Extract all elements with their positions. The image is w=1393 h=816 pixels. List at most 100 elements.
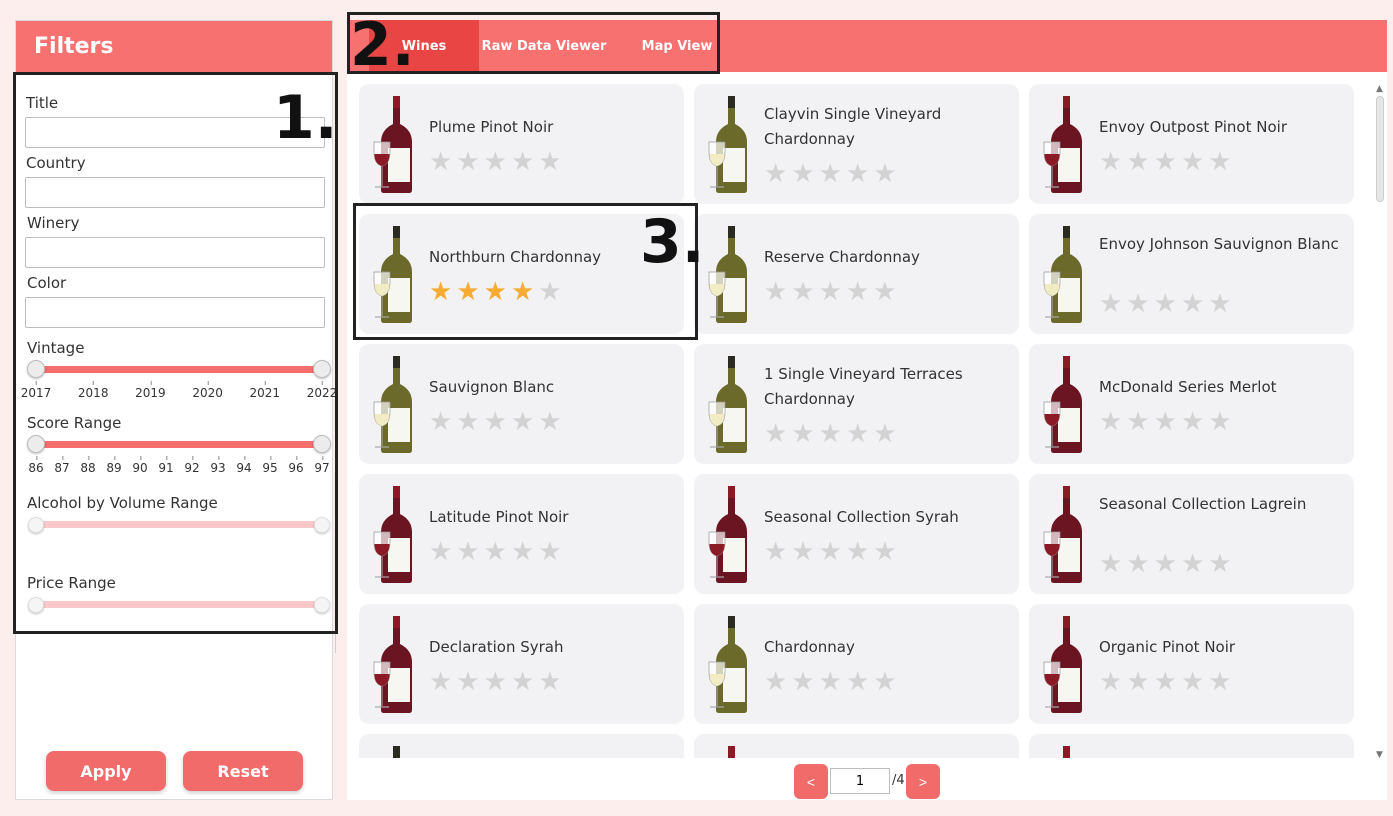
star-icon[interactable]: ★ [429,669,452,695]
star-icon[interactable]: ★ [764,539,787,565]
star-rating[interactable]: ★ ★ ★ ★ ★ [429,149,562,175]
star-icon[interactable]: ★ [1126,291,1149,317]
reset-button[interactable]: Reset [183,751,303,791]
star-icon[interactable]: ★ [1099,409,1122,435]
star-icon[interactable]: ★ [819,539,842,565]
star-icon[interactable]: ★ [764,279,787,305]
star-rating[interactable]: ★ ★ ★ ★ ★ [764,161,897,187]
star-icon[interactable]: ★ [791,421,814,447]
star-icon[interactable]: ★ [819,161,842,187]
star-icon[interactable]: ★ [846,161,869,187]
star-rating[interactable]: ★ ★ ★ ★ ★ [764,279,897,305]
star-icon[interactable]: ★ [484,539,507,565]
star-icon[interactable]: ★ [1208,149,1231,175]
wine-card[interactable]: Reserve Chardonnay ★ ★ ★ ★ ★ [694,214,1019,334]
star-icon[interactable]: ★ [511,669,534,695]
star-icon[interactable]: ★ [538,669,561,695]
star-icon[interactable]: ★ [511,409,534,435]
star-icon[interactable]: ★ [873,161,896,187]
star-icon[interactable]: ★ [791,669,814,695]
star-rating[interactable]: ★ ★ ★ ★ ★ [764,539,897,565]
star-icon[interactable]: ★ [1154,409,1177,435]
star-icon[interactable]: ★ [791,161,814,187]
star-icon[interactable]: ★ [1126,149,1149,175]
scroll-thumb[interactable] [1376,96,1384,202]
star-icon[interactable]: ★ [484,669,507,695]
wine-card[interactable]: Seasonal Collection Lagrein ★ ★ ★ ★ ★ [1029,474,1354,594]
star-icon[interactable]: ★ [1099,669,1122,695]
wine-card[interactable]: Chardonnay ★ ★ ★ ★ ★ [694,604,1019,724]
wine-card[interactable] [359,734,684,758]
star-icon[interactable]: ★ [1099,149,1122,175]
star-icon[interactable]: ★ [456,669,479,695]
star-icon[interactable]: ★ [511,149,534,175]
star-icon[interactable]: ★ [764,669,787,695]
star-icon[interactable]: ★ [1208,669,1231,695]
star-icon[interactable]: ★ [1181,551,1204,577]
wine-card[interactable]: Envoy Johnson Sauvignon Blanc ★ ★ ★ ★ ★ [1029,214,1354,334]
star-icon[interactable]: ★ [429,409,452,435]
scroll-down-arrow-icon[interactable]: ▼ [1376,750,1383,760]
star-icon[interactable]: ★ [456,539,479,565]
star-icon[interactable]: ★ [1181,149,1204,175]
star-icon[interactable]: ★ [1126,669,1149,695]
star-icon[interactable]: ★ [1099,291,1122,317]
star-icon[interactable]: ★ [1154,149,1177,175]
star-icon[interactable]: ★ [819,279,842,305]
star-icon[interactable]: ★ [873,421,896,447]
star-icon[interactable]: ★ [1154,669,1177,695]
star-icon[interactable]: ★ [1181,409,1204,435]
star-icon[interactable]: ★ [1208,291,1231,317]
wine-card[interactable]: Envoy Outpost Pinot Noir ★ ★ ★ ★ ★ [1029,84,1354,204]
wine-card[interactable]: Organic Pinot Noir ★ ★ ★ ★ ★ [1029,604,1354,724]
star-icon[interactable]: ★ [791,539,814,565]
wine-card[interactable]: Declaration Syrah ★ ★ ★ ★ ★ [359,604,684,724]
apply-button[interactable]: Apply [46,751,166,791]
star-icon[interactable]: ★ [846,539,869,565]
star-icon[interactable]: ★ [429,149,452,175]
star-icon[interactable]: ★ [484,409,507,435]
star-icon[interactable]: ★ [1099,551,1122,577]
star-icon[interactable]: ★ [1154,551,1177,577]
wine-card[interactable]: McDonald Series Merlot ★ ★ ★ ★ ★ [1029,344,1354,464]
star-rating[interactable]: ★ ★ ★ ★ ★ [1099,291,1232,317]
star-icon[interactable]: ★ [873,539,896,565]
star-icon[interactable]: ★ [1126,409,1149,435]
star-icon[interactable]: ★ [846,669,869,695]
scroll-up-arrow-icon[interactable]: ▲ [1376,84,1383,94]
star-icon[interactable]: ★ [484,149,507,175]
star-rating[interactable]: ★ ★ ★ ★ ★ [764,669,897,695]
star-icon[interactable]: ★ [1181,669,1204,695]
wine-card[interactable] [1029,734,1354,758]
star-icon[interactable]: ★ [429,539,452,565]
wine-card[interactable]: Plume Pinot Noir ★ ★ ★ ★ ★ [359,84,684,204]
star-icon[interactable]: ★ [764,421,787,447]
wine-card[interactable]: 1 Single Vineyard Terraces Chardonnay ★ ★ ★… [694,344,1019,464]
star-icon[interactable]: ★ [846,421,869,447]
star-rating[interactable]: ★ ★ ★ ★ ★ [1099,409,1232,435]
wine-card[interactable]: Sauvignon Blanc ★ ★ ★ ★ ★ [359,344,684,464]
star-rating[interactable]: ★ ★ ★ ★ ★ [1099,669,1232,695]
star-icon[interactable]: ★ [873,279,896,305]
star-icon[interactable]: ★ [511,539,534,565]
star-rating[interactable]: ★ ★ ★ ★ ★ [1099,149,1232,175]
star-icon[interactable]: ★ [456,149,479,175]
wine-card[interactable]: Latitude Pinot Noir ★ ★ ★ ★ ★ [359,474,684,594]
next-page-button[interactable]: > [906,764,940,799]
star-icon[interactable]: ★ [819,421,842,447]
star-icon[interactable]: ★ [456,409,479,435]
wine-card[interactable]: Seasonal Collection Syrah ★ ★ ★ ★ ★ [694,474,1019,594]
star-icon[interactable]: ★ [1208,409,1231,435]
star-icon[interactable]: ★ [846,279,869,305]
star-icon[interactable]: ★ [1154,291,1177,317]
star-rating[interactable]: ★ ★ ★ ★ ★ [429,409,562,435]
star-icon[interactable]: ★ [819,669,842,695]
star-icon[interactable]: ★ [791,279,814,305]
star-rating[interactable]: ★ ★ ★ ★ ★ [429,669,562,695]
star-icon[interactable]: ★ [538,149,561,175]
wine-card[interactable] [694,734,1019,758]
star-rating[interactable]: ★ ★ ★ ★ ★ [764,421,897,447]
star-icon[interactable]: ★ [538,539,561,565]
grid-scrollbar[interactable]: ▲ ▼ [1374,84,1386,760]
star-icon[interactable]: ★ [538,409,561,435]
